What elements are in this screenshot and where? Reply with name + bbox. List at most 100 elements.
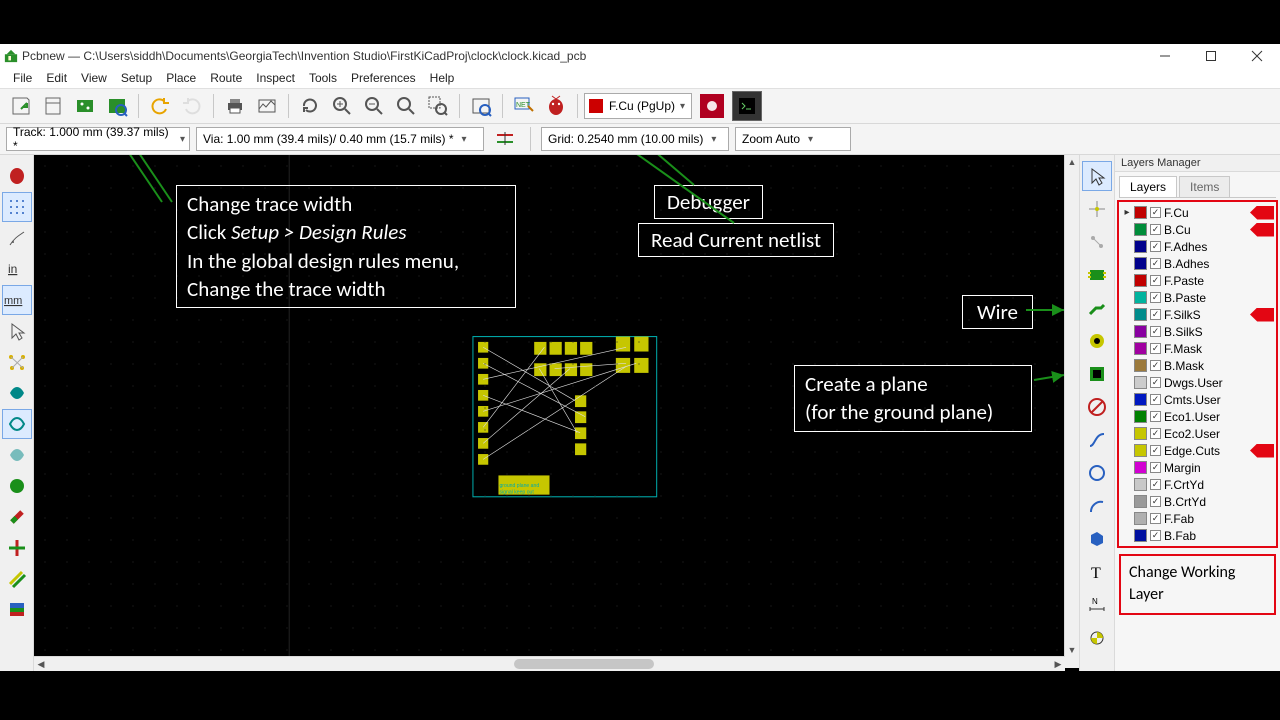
- layer-checkbox[interactable]: ✓: [1150, 394, 1161, 405]
- layer-checkbox[interactable]: ✓: [1150, 292, 1161, 303]
- menu-setup[interactable]: Setup: [114, 71, 159, 85]
- layer-checkbox[interactable]: ✓: [1150, 513, 1161, 524]
- select-tool-icon[interactable]: [1082, 161, 1112, 191]
- layer-swatch[interactable]: [1134, 206, 1147, 219]
- layer-row[interactable]: ✓B.SilkS: [1121, 323, 1274, 340]
- draw-polygon-icon[interactable]: [1082, 524, 1112, 554]
- layer-row[interactable]: ✓F.CrtYd: [1121, 476, 1274, 493]
- undo-button[interactable]: [145, 91, 175, 121]
- menu-route[interactable]: Route: [203, 71, 249, 85]
- zone-outline-icon[interactable]: [2, 409, 32, 439]
- add-keepout-icon[interactable]: [1082, 392, 1112, 422]
- layer-swatch[interactable]: [1134, 393, 1147, 406]
- layer-swatch[interactable]: [1134, 308, 1147, 321]
- layer-checkbox[interactable]: ✓: [1150, 479, 1161, 490]
- menu-view[interactable]: View: [74, 71, 114, 85]
- draw-line-icon[interactable]: [1082, 425, 1112, 455]
- layer-row[interactable]: ✓F.Fab: [1121, 510, 1274, 527]
- diff-pair-settings-button[interactable]: [490, 124, 520, 154]
- layer-row[interactable]: ✓B.Adhes: [1121, 255, 1274, 272]
- footprint-viewer-button[interactable]: [102, 91, 132, 121]
- print-button[interactable]: [220, 91, 250, 121]
- layer-row[interactable]: ✓B.Mask: [1121, 357, 1274, 374]
- layer-checkbox[interactable]: ✓: [1150, 411, 1161, 422]
- set-origin-icon[interactable]: [1082, 623, 1112, 653]
- layer-row[interactable]: ✓Eco1.User: [1121, 408, 1274, 425]
- pad-display-icon[interactable]: [2, 471, 32, 501]
- close-button[interactable]: [1234, 44, 1280, 68]
- zoom-out-button[interactable]: [359, 91, 389, 121]
- zoom-selection-button[interactable]: [423, 91, 453, 121]
- footprint-library-button[interactable]: [466, 91, 496, 121]
- draw-arc-icon[interactable]: [1082, 491, 1112, 521]
- menu-file[interactable]: File: [6, 71, 39, 85]
- menu-place[interactable]: Place: [159, 71, 203, 85]
- cursor-shape-icon[interactable]: [2, 316, 32, 346]
- layer-swatch[interactable]: [1134, 325, 1147, 338]
- layer-swatch[interactable]: [1134, 478, 1147, 491]
- menu-preferences[interactable]: Preferences: [344, 71, 423, 85]
- layer-checkbox[interactable]: ✓: [1150, 428, 1161, 439]
- menu-tools[interactable]: Tools: [302, 71, 344, 85]
- layer-checkbox[interactable]: ✓: [1150, 224, 1161, 235]
- ratsnest-icon[interactable]: [2, 347, 32, 377]
- layer-row[interactable]: ✓F.Adhes: [1121, 238, 1274, 255]
- highlight-net-icon[interactable]: [1082, 194, 1112, 224]
- layer-swatch[interactable]: [1134, 444, 1147, 457]
- layer-checkbox[interactable]: ✓: [1150, 530, 1161, 541]
- drc-button[interactable]: [541, 91, 571, 121]
- layer-checkbox[interactable]: ✓: [1150, 241, 1161, 252]
- layer-row[interactable]: ✓B.CrtYd: [1121, 493, 1274, 510]
- layer-checkbox[interactable]: ✓: [1150, 445, 1161, 456]
- drc-small-icon[interactable]: [2, 161, 32, 191]
- zoom-select[interactable]: Zoom Auto▾: [735, 127, 851, 151]
- pcb-canvas[interactable]: ground plane and signal keep out Change …: [34, 155, 1065, 657]
- add-dimension-icon[interactable]: N: [1082, 590, 1112, 620]
- layer-swatch[interactable]: [1134, 342, 1147, 355]
- layer-swatch[interactable]: [1134, 461, 1147, 474]
- add-text-icon[interactable]: T: [1082, 557, 1112, 587]
- layer-row[interactable]: ✓Margin: [1121, 459, 1274, 476]
- layer-swatch[interactable]: [1134, 512, 1147, 525]
- units-mm-icon[interactable]: mm: [2, 285, 32, 315]
- layer-swatch[interactable]: [1134, 257, 1147, 270]
- working-layer-select[interactable]: F.Cu (PgUp) ▾: [584, 93, 692, 119]
- layer-row[interactable]: ✓B.Cu: [1121, 221, 1274, 238]
- local-ratsnest-icon[interactable]: [1082, 227, 1112, 257]
- board-setup-button[interactable]: [70, 91, 100, 121]
- layer-swatch[interactable]: [1134, 274, 1147, 287]
- layer-checkbox[interactable]: ✓: [1150, 207, 1161, 218]
- save-button[interactable]: [6, 91, 36, 121]
- layer-checkbox[interactable]: ✓: [1150, 343, 1161, 354]
- refresh-button[interactable]: [295, 91, 325, 121]
- contrast-mode-icon[interactable]: [2, 564, 32, 594]
- tab-items[interactable]: Items: [1179, 176, 1230, 197]
- render-engine-button[interactable]: [700, 94, 724, 118]
- layer-checkbox[interactable]: ✓: [1150, 258, 1161, 269]
- grid-select[interactable]: Grid: 0.2540 mm (10.00 mils)▾: [541, 127, 729, 151]
- page-settings-button[interactable]: [38, 91, 68, 121]
- plot-button[interactable]: [252, 91, 282, 121]
- layer-checkbox[interactable]: ✓: [1150, 462, 1161, 473]
- tab-layers[interactable]: Layers: [1119, 176, 1177, 197]
- layer-row[interactable]: ✓B.Fab: [1121, 527, 1274, 544]
- vertical-scrollbar[interactable]: ▲▼: [1064, 155, 1079, 657]
- layer-swatch[interactable]: [1134, 410, 1147, 423]
- track-width-select[interactable]: Track: 1.000 mm (39.37 mils) *▾: [6, 127, 190, 151]
- layer-checkbox[interactable]: ✓: [1150, 496, 1161, 507]
- menu-help[interactable]: Help: [423, 71, 462, 85]
- zone-display-icon[interactable]: [2, 378, 32, 408]
- menu-edit[interactable]: Edit: [39, 71, 74, 85]
- layer-row[interactable]: ✓Cmts.User: [1121, 391, 1274, 408]
- layer-checkbox[interactable]: ✓: [1150, 360, 1161, 371]
- route-track-icon[interactable]: [1082, 293, 1112, 323]
- maximize-button[interactable]: [1188, 44, 1234, 68]
- layer-row[interactable]: ▸✓F.Cu: [1121, 204, 1274, 221]
- layer-checkbox[interactable]: ✓: [1150, 377, 1161, 388]
- layer-swatch[interactable]: [1134, 376, 1147, 389]
- zoom-in-button[interactable]: [327, 91, 357, 121]
- add-zone-icon[interactable]: [1082, 359, 1112, 389]
- layer-swatch[interactable]: [1134, 529, 1147, 542]
- grid-visible-icon[interactable]: [2, 192, 32, 222]
- layers-manager-icon[interactable]: [2, 595, 32, 625]
